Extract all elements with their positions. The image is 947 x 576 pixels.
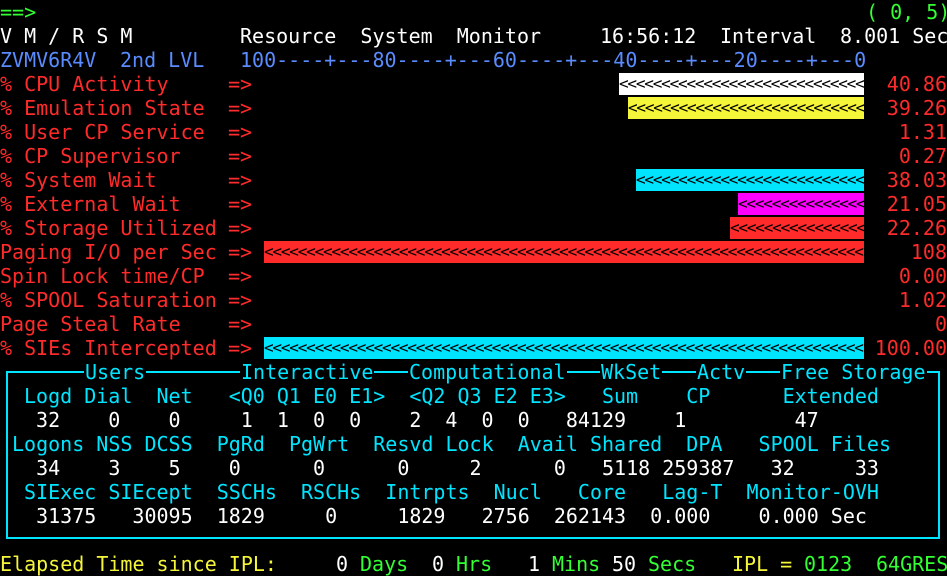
metric-value: 21.05 xyxy=(886,192,947,216)
panel-row2-values: 34 3 5 0 0 0 2 0 5118 259387 32 33 xyxy=(12,456,879,480)
panel-header-interactive: Interactive xyxy=(240,360,375,384)
metric-arrow: => xyxy=(228,240,253,264)
panel-row3-values: 31375 30095 1829 0 1829 2756 262143 0.00… xyxy=(12,504,867,528)
metric-bar: <<<<<<<<<<<<<<<<<<<<<<<<<<<< xyxy=(628,97,864,119)
command-prompt[interactable]: ==> xyxy=(0,0,36,24)
elapsed-days-unit: Days xyxy=(360,552,409,576)
metric-bar: <<<<<<<<<<<<<<< xyxy=(738,193,864,215)
metric-value: 108 xyxy=(910,240,947,264)
elapsed-hrs-unit: Hrs xyxy=(456,552,493,576)
metric-arrow: => xyxy=(228,312,253,336)
elapsed-mins-value: 1 xyxy=(528,552,541,576)
panel-header-users: Users xyxy=(84,360,147,384)
metric-value: 0.27 xyxy=(898,144,947,168)
system-level: 2nd LVL xyxy=(120,48,205,72)
ipl-label: IPL = xyxy=(732,552,793,576)
metric-bar: <<<<<<<<<<<<<<<<<<<<<<<<<<<<< xyxy=(619,73,864,95)
elapsed-secs-value: 50 xyxy=(612,552,637,576)
metric-bar: <<<<<<<<<<<<<<<< xyxy=(730,217,864,239)
metric-bar: <<<<<<<<<<<<<<<<<<<<<<<<<<<<<<<<<<<<<<<<… xyxy=(264,337,864,359)
ipl-value: 0123 xyxy=(804,552,853,576)
metric-label: Page Steal Rate xyxy=(0,312,181,336)
panel-row3-labels: SIExec SIEcept SSCHs RSCHs Intrpts Nucl … xyxy=(12,480,879,504)
cursor-position: ( 0, 5) xyxy=(866,0,947,24)
metric-arrow: => xyxy=(228,192,253,216)
system-name: ZVMV6R4V xyxy=(0,48,97,72)
metric-label: % User CP Service xyxy=(0,120,205,144)
metric-arrow: => xyxy=(228,264,253,288)
metric-label: % SPOOL Saturation xyxy=(0,288,217,312)
metric-value: 40.86 xyxy=(886,72,947,96)
panel-header-wkset: WkSet xyxy=(600,360,663,384)
metric-arrow: => xyxy=(228,96,253,120)
metric-value: 1.31 xyxy=(898,120,947,144)
metric-value: 0 xyxy=(934,312,947,336)
interval-value: 8.001 Sec xyxy=(840,24,947,48)
metric-arrow: => xyxy=(228,336,253,360)
metric-label: % External Wait xyxy=(0,192,181,216)
metric-value: 39.26 xyxy=(886,96,947,120)
metric-arrow: => xyxy=(228,144,253,168)
metric-value: 1.02 xyxy=(898,288,947,312)
panel-header-free-storage: Free Storage xyxy=(780,360,927,384)
elapsed-hrs-value: 0 xyxy=(432,552,445,576)
metric-label: % System Wait xyxy=(0,168,157,192)
metric-label: % CP Supervisor xyxy=(0,144,181,168)
bar-scale: 100----+---80----+---60----+---40----+--… xyxy=(240,48,867,72)
metric-arrow: => xyxy=(228,288,253,312)
panel-header-computational: Computational xyxy=(408,360,567,384)
metric-arrow: => xyxy=(228,72,253,96)
panel-row2-labels: Logons NSS DCSS PgRd PgWrt Resvd Lock Av… xyxy=(12,432,891,456)
metric-bar: <<<<<<<<<<<<<<<<<<<<<<<<<<< xyxy=(636,169,864,191)
app-title: V M / R S M xyxy=(0,24,133,48)
metric-label: % CPU Activity xyxy=(0,72,169,96)
panel-row1-values: 32 0 0 1 1 0 0 2 4 0 0 84129 1 47 xyxy=(24,408,819,432)
app-name: Resource System Monitor xyxy=(240,24,542,48)
metric-label: % Emulation State xyxy=(0,96,205,120)
elapsed-label: Elapsed Time since IPL: xyxy=(0,552,277,576)
metric-label: % SIEs Intercepted xyxy=(0,336,217,360)
metric-label: Paging I/O per Sec xyxy=(0,240,217,264)
panel-row1-labels: Logd Dial Net <Q0 Q1 E0 E1> <Q2 Q3 E2 E3… xyxy=(24,384,879,408)
clock: 16:56:12 xyxy=(600,24,697,48)
metric-arrow: => xyxy=(228,216,253,240)
panel-header-actv: Actv xyxy=(696,360,747,384)
metric-bar: <<<<<<<<<<<<<<<<<<<<<<<<<<<<<<<<<<<<<<<<… xyxy=(264,241,864,263)
elapsed-mins-unit: Mins xyxy=(552,552,601,576)
metric-arrow: => xyxy=(228,120,253,144)
storage-mode: 64GRES xyxy=(876,552,947,576)
interval-label: Interval xyxy=(720,24,817,48)
metric-arrow: => xyxy=(228,168,253,192)
metric-value: 100.00 xyxy=(874,336,947,360)
metric-value: 22.26 xyxy=(886,216,947,240)
elapsed-secs-unit: Secs xyxy=(648,552,697,576)
metric-label: Spin Lock time/CP xyxy=(0,264,205,288)
elapsed-days-value: 0 xyxy=(336,552,349,576)
metric-value: 38.03 xyxy=(886,168,947,192)
metric-label: % Storage Utilized xyxy=(0,216,217,240)
metric-value: 0.00 xyxy=(898,264,947,288)
